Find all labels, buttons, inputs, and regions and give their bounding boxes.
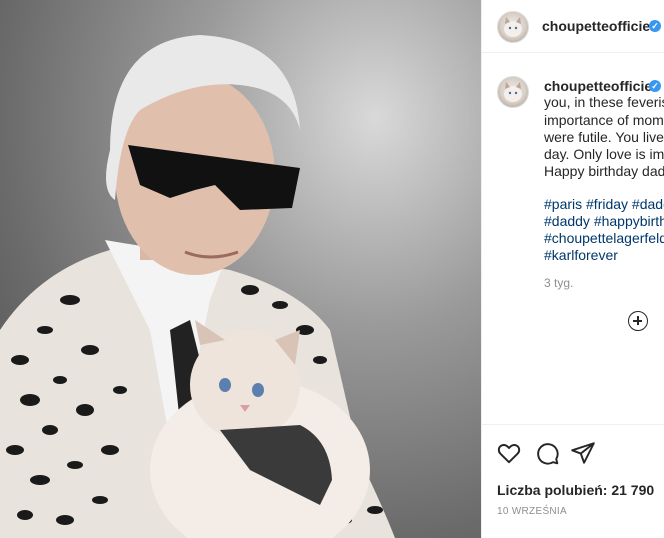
caption-line: Happy birthday dadd: [544, 163, 664, 179]
cat-avatar-icon: [504, 17, 522, 37]
avatar[interactable]: [497, 11, 529, 43]
share-icon[interactable]: [570, 440, 596, 466]
post-date: 10 WRZEŚNIA: [497, 506, 567, 517]
verified-badge-icon: ✓: [649, 80, 661, 92]
photo-illustration: [0, 35, 395, 538]
post-actions: Liczba polubień: 21 790 10 WRZEŚNIA: [482, 424, 664, 538]
comment-icon[interactable]: [534, 440, 560, 466]
post-time-ago[interactable]: 3 tyg.: [544, 276, 573, 290]
likes-count[interactable]: Liczba polubień: 21 790: [497, 482, 654, 498]
cat-avatar-icon: [504, 82, 522, 102]
post-photo[interactable]: [0, 0, 481, 538]
caption-line: you, in these feverish: [544, 94, 664, 110]
post-side-panel: choupetteofficiel ✓ choupetteofficiel ✓ …: [481, 0, 664, 538]
verified-badge-icon: ✓: [649, 20, 661, 32]
plus-circle-icon[interactable]: [628, 311, 648, 331]
caption-avatar[interactable]: [497, 76, 529, 108]
heart-icon[interactable]: [496, 440, 522, 466]
hashtag-link[interactable]: #karlforever: [544, 245, 618, 265]
header-username[interactable]: choupetteofficiel: [542, 18, 654, 34]
post-header: choupetteofficiel ✓: [482, 0, 664, 53]
